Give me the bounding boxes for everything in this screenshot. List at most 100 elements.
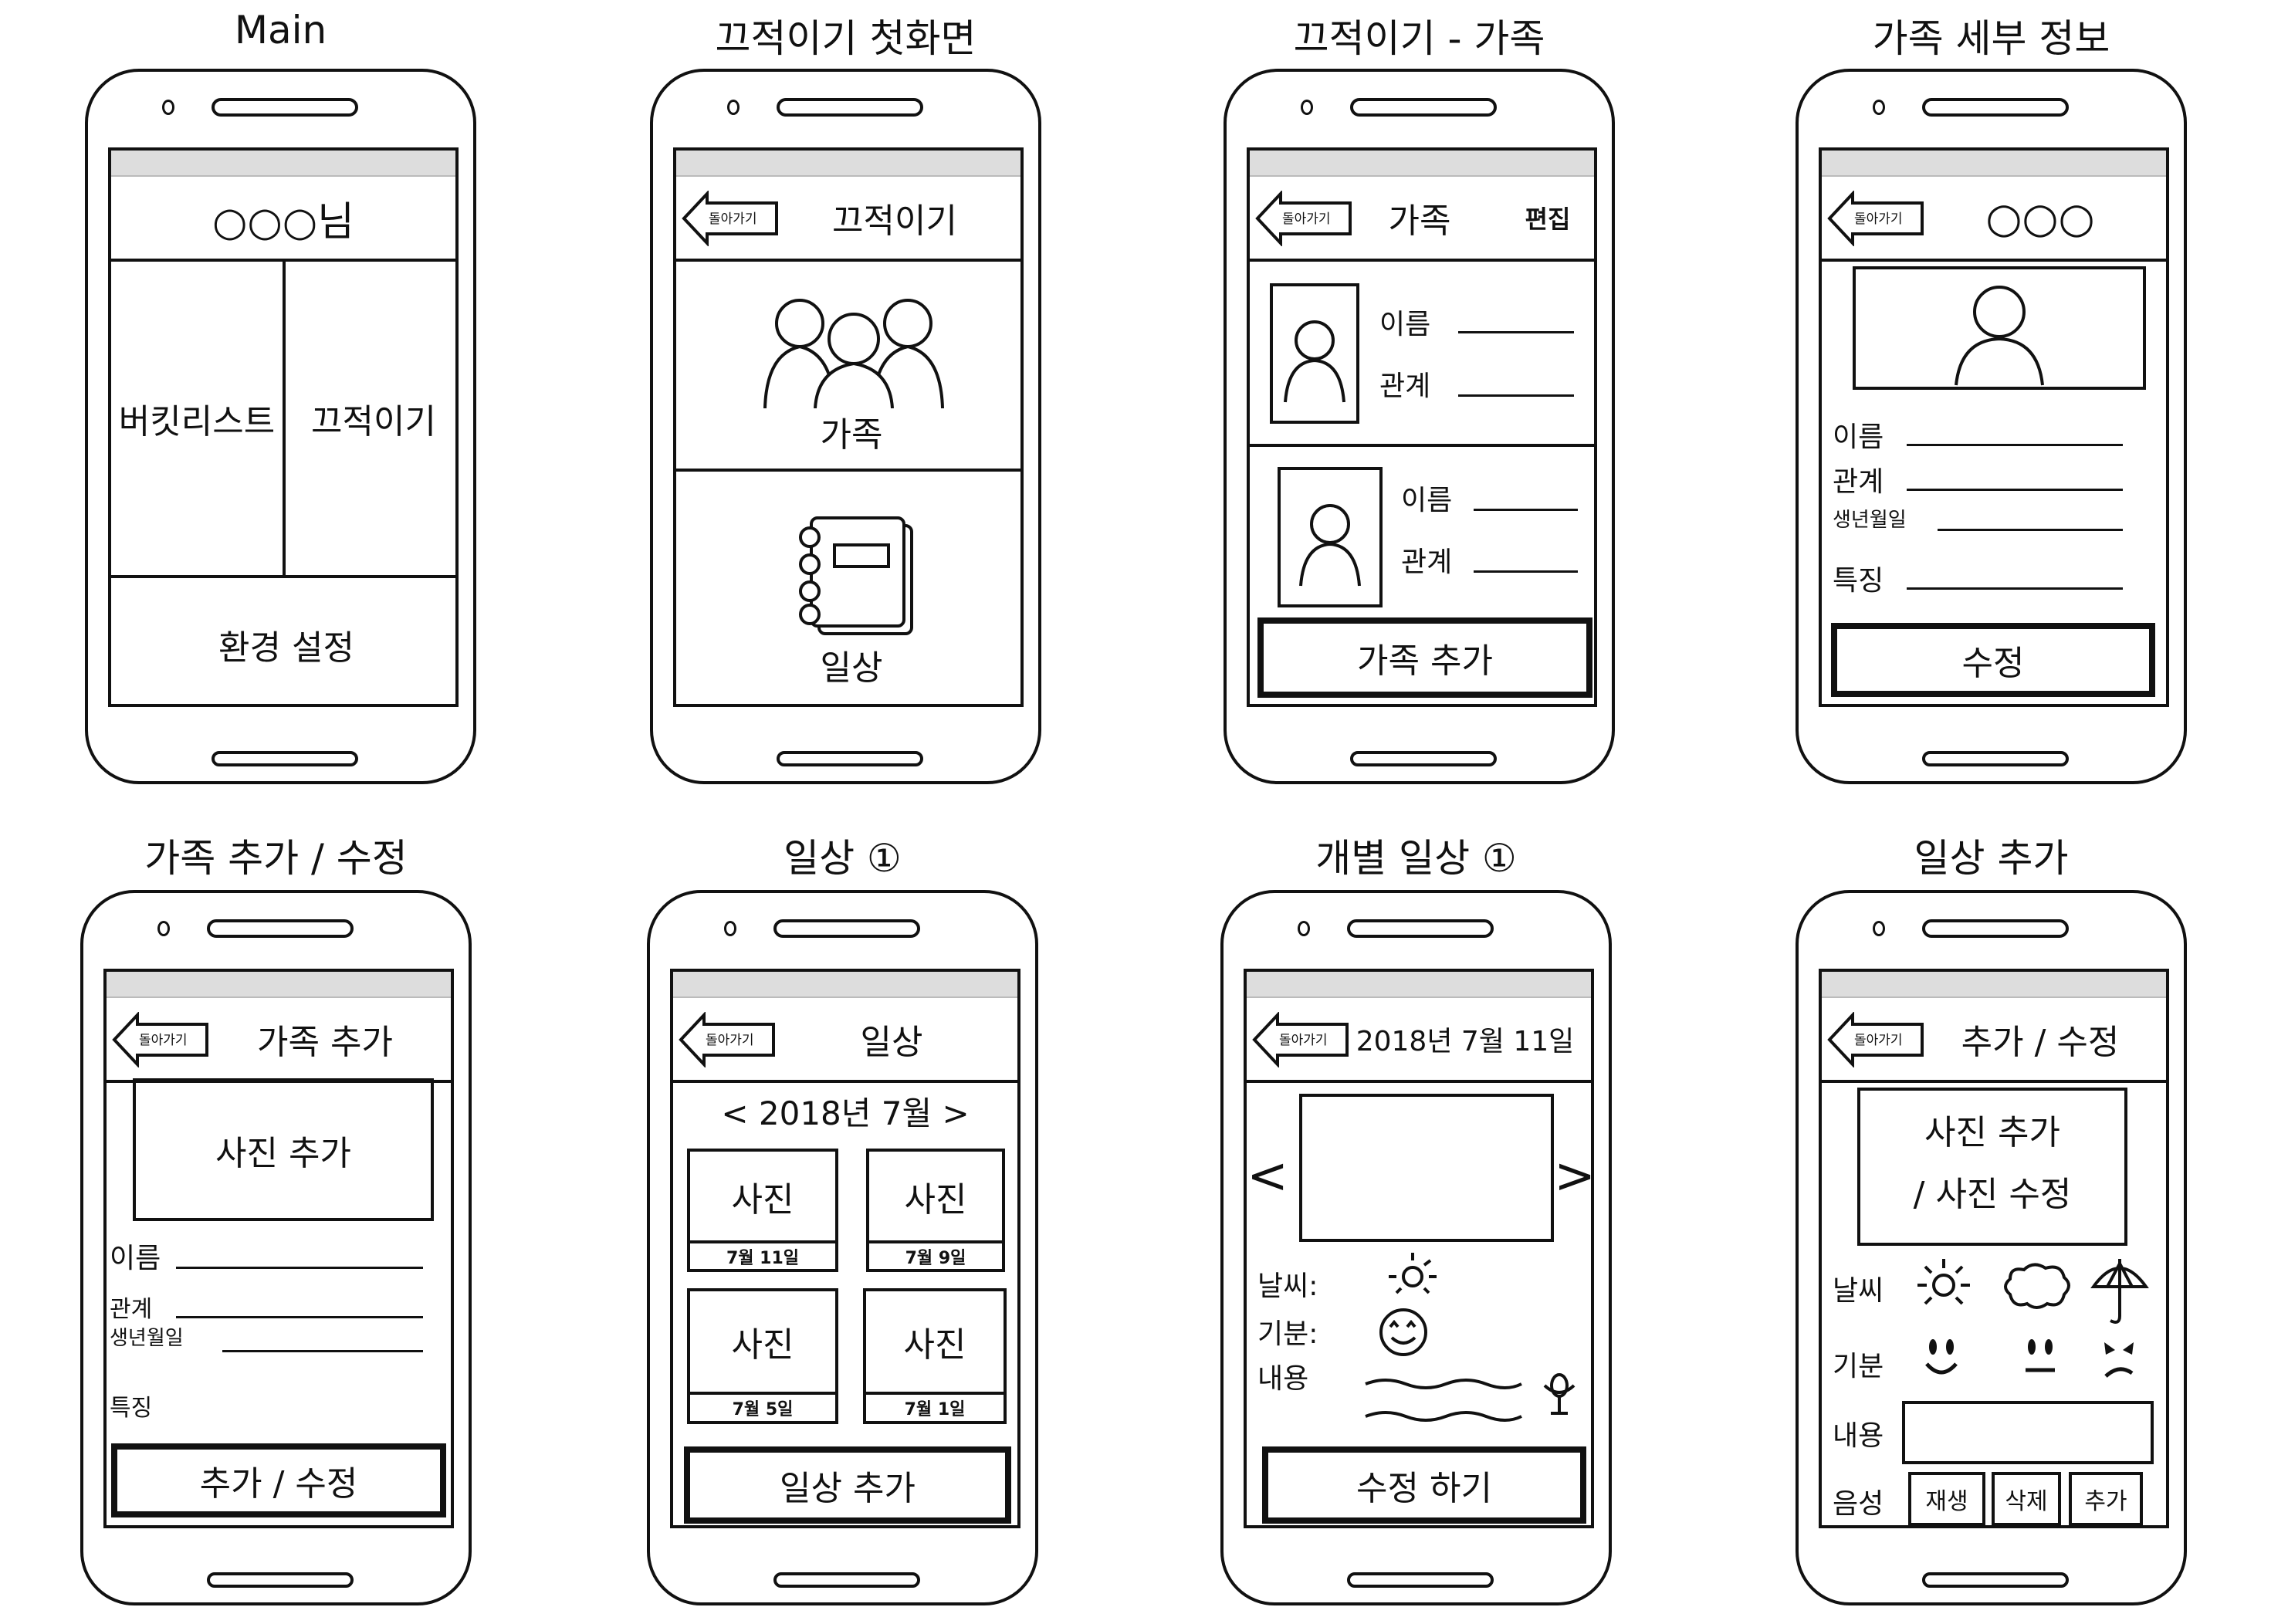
edit-button[interactable]: 편집 [1509,177,1586,259]
daily-label: 일상 [820,648,883,688]
relation-label: 관계 [1379,370,1431,402]
member-photo [1270,283,1359,424]
daily-item[interactable]: 사진 7월 5일 [687,1288,838,1424]
settings-button[interactable]: 환경 설정 [111,578,455,704]
home-button[interactable] [777,751,923,766]
mood-label: 기분: [1257,1318,1318,1350]
header-title: ○○○ [1985,193,2095,242]
voice-play-button[interactable]: 재생 [1908,1472,1985,1525]
name-value-line [1474,509,1578,511]
header: 돌아가기 가족 편집 [1250,177,1594,262]
happy-face-icon [1379,1308,1427,1356]
next-photo-button[interactable]: > [1554,1142,1591,1211]
screen-main: ○○○님 버킷리스트 끄적이기 환경 설정 [108,147,459,707]
month-navigator[interactable]: < 2018년 7월 > [673,1088,1017,1134]
status-bar [107,972,451,998]
screen-daily-single: 돌아가기 2018년 7월 11일 < > 날씨: 기분: 내용 수정 하기 [1244,969,1594,1528]
speaker-icon [212,98,358,117]
daily-date: 7월 5일 [690,1392,835,1421]
prev-photo-button[interactable]: < [1247,1142,1288,1211]
home-button[interactable] [1922,1572,2069,1588]
member-photo [1278,467,1383,607]
daily-button[interactable]: 일상 [676,472,1020,704]
content-label: 내용 [1833,1420,1884,1452]
home-button[interactable] [773,1572,920,1588]
camera-icon [727,100,740,115]
photo-edit-label: / 사진 수정 [1913,1175,2072,1214]
header: ○○○님 [111,177,455,262]
add-photo-button[interactable]: 사진 추가 [133,1078,434,1221]
cloud-icon[interactable] [1999,1259,2073,1313]
back-button[interactable]: 돌아가기 [1826,191,1925,246]
add-edit-submit-button[interactable]: 추가 / 수정 [111,1443,446,1517]
daily-item[interactable]: 사진 7월 11일 [687,1149,838,1272]
screen-title-scribble-family: 끄적이기 - 가족 [1293,16,1545,61]
voice-delete-button[interactable]: 삭제 [1992,1472,2061,1525]
relation-label: 관계 [1401,546,1453,578]
screen-title-daily-add: 일상 추가 [1914,836,2069,881]
family-label: 가족 [820,415,883,455]
edit-button[interactable]: 수정 [1831,623,2155,697]
header-title: 가족 [1388,201,1451,241]
back-button[interactable]: 돌아가기 [1251,1012,1350,1067]
name-value-line [1458,331,1574,333]
header: 돌아가기 가족 추가 [107,998,451,1083]
mood-label: 기분 [1833,1351,1884,1382]
bucket-list-button[interactable]: 버킷리스트 [111,262,286,578]
home-button[interactable] [1922,751,2069,766]
back-button[interactable]: 돌아가기 [681,191,780,246]
screen-title-scribble-home: 끄적이기 첫화면 [715,16,976,61]
back-button[interactable]: 돌아가기 [111,1012,210,1067]
screen-title-family-add-edit: 가족 추가 / 수정 [144,836,408,881]
add-family-button[interactable]: 가족 추가 [1257,617,1592,698]
field-label-traits: 특징 [110,1395,153,1422]
family-button[interactable]: 가족 [676,262,1020,472]
field-input-birthday[interactable] [222,1350,423,1352]
back-button[interactable]: 돌아가기 [678,1012,777,1067]
sun-icon[interactable] [1914,1256,1973,1314]
angry-face-icon[interactable] [2100,1335,2138,1381]
field-input-relation[interactable] [176,1316,423,1318]
daily-date: 7월 1일 [866,1392,1004,1421]
screen-title-daily-list: 일상 ① [784,836,902,881]
header: 돌아가기 ○○○ [1822,177,2166,262]
daily-photo [1299,1094,1554,1242]
home-button[interactable] [1347,1572,1494,1588]
scribble-button[interactable]: 끄적이기 [286,262,455,578]
content-label: 내용 [1257,1363,1309,1395]
add-daily-button[interactable]: 일상 추가 [684,1446,1011,1524]
umbrella-icon[interactable] [2089,1254,2151,1328]
content-input[interactable] [1902,1401,2154,1464]
edit-daily-button[interactable]: 수정 하기 [1262,1446,1586,1524]
phone-family-detail: 돌아가기 ○○○ 이름 관계 생년월일 특징 수정 [1796,69,2187,784]
header: 돌아가기 추가 / 수정 [1822,998,2166,1083]
neutral-face-icon[interactable] [2021,1335,2060,1381]
field-label-name: 이름 [1833,421,1884,453]
back-button[interactable]: 돌아가기 [1254,191,1353,246]
camera-icon [724,921,736,936]
home-button[interactable] [212,751,358,766]
status-bar [1250,151,1594,177]
happy-face-icon[interactable] [1922,1335,1961,1381]
back-label: 돌아가기 [1279,1033,1328,1048]
person-icon [1955,286,2044,386]
microphone-icon[interactable] [1540,1372,1579,1418]
photo-placeholder: 사진 [904,1179,967,1220]
family-member-card[interactable]: 이름 관계 [1250,447,1594,617]
header: 돌아가기 2018년 7월 11일 [1247,998,1591,1083]
status-bar [1247,972,1591,998]
screen-daily-add: 돌아가기 추가 / 수정 사진 추가 / 사진 수정 날씨 기분 내용 음성 재… [1819,969,2169,1528]
status-bar [673,972,1017,998]
home-button[interactable] [207,1572,354,1588]
field-label-birthday: 생년월일 [110,1327,184,1350]
header-title: 끄적이기 [832,201,957,241]
family-member-card[interactable]: 이름 관계 [1250,262,1594,447]
add-photo-button[interactable]: 사진 추가 / 사진 수정 [1857,1088,2127,1246]
daily-item[interactable]: 사진 7월 9일 [866,1149,1005,1272]
daily-item[interactable]: 사진 7월 1일 [863,1288,1007,1424]
home-button[interactable] [1350,751,1497,766]
family-group-icon [763,299,944,408]
back-button[interactable]: 돌아가기 [1826,1012,1925,1067]
field-input-name[interactable] [176,1267,423,1269]
voice-add-button[interactable]: 추가 [2069,1472,2143,1525]
